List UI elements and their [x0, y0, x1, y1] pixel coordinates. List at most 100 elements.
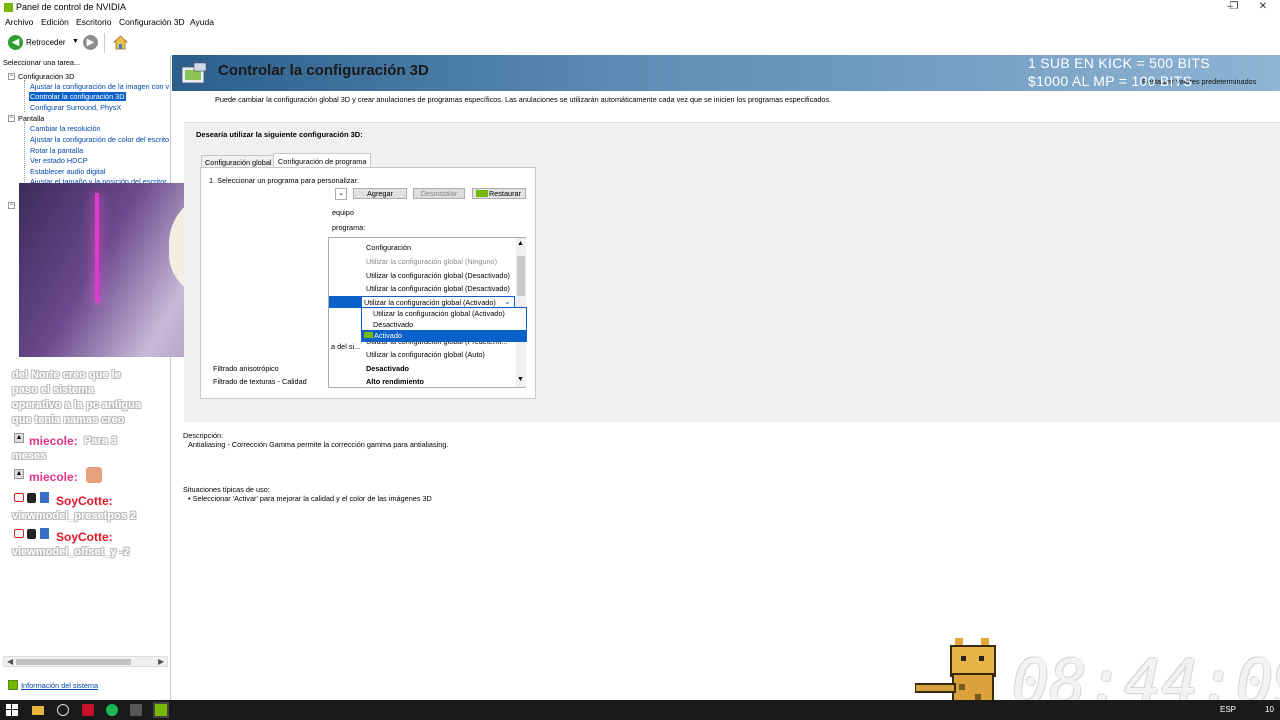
equipo-label: equipo	[332, 208, 354, 217]
maximize-glyph: ❐	[1229, 1, 1239, 12]
menu-escritorio[interactable]: Escritorio	[76, 17, 111, 27]
menu-configuracion-3d[interactable]: Configuración 3D	[119, 17, 185, 27]
setting-dropdown-menu: Utilizar la configuración global (Activa…	[361, 307, 527, 342]
3d-settings-icon	[180, 61, 210, 87]
led-light	[95, 193, 99, 303]
setting-value[interactable]: Utilizar la configuración global (Auto)	[366, 350, 485, 359]
overlay-sub-bits: 1 SUB = 100 BITS	[1028, 38, 1148, 54]
menu-ayuda[interactable]: Ayuda	[190, 17, 214, 27]
restore-button[interactable]: Restaurar	[472, 188, 526, 199]
sidebar-item-ajustar-imagen[interactable]: Ajustar la configuración de la imagen co…	[30, 82, 169, 91]
close-button[interactable]: ✕	[1253, 1, 1273, 12]
maximize-button[interactable]: ❐	[1224, 1, 1244, 12]
list-scrollbar-thumb[interactable]	[517, 256, 525, 296]
sidebar-item-rotar[interactable]: Rotar la pantalla	[30, 146, 83, 155]
home-icon[interactable]	[112, 34, 129, 50]
shield-app-icon[interactable]	[82, 704, 94, 716]
setting-value[interactable]: Utilizar la configuración global (Ningun…	[366, 257, 497, 266]
sidebar-item-resolucion[interactable]: Cambiar la resolución	[30, 124, 101, 133]
dropdown-option[interactable]: Desactivado	[373, 320, 413, 329]
tray-language[interactable]: ESP	[1220, 705, 1236, 714]
sidebar-group-3d[interactable]: Configuración 3D	[18, 72, 74, 81]
chat-message: Para 3	[84, 435, 118, 447]
back-arrow-icon[interactable]: ◀	[8, 35, 23, 50]
setting-select-value: Utilizar la configuración global (Activa…	[364, 298, 496, 307]
uninstall-button[interactable]: Desinstalar	[413, 188, 465, 199]
usage-item-text: Seleccionar 'Activar' para mejorar la ca…	[192, 494, 432, 503]
sidebar-item-surround-physx[interactable]: Configurar Surround, PhysX	[30, 103, 121, 112]
menu-archivo[interactable]: Archivo	[5, 17, 33, 27]
nvidia-option-icon	[364, 332, 373, 338]
tray-notifications[interactable]: 10	[1265, 705, 1274, 714]
scroll-right-icon[interactable]: ▶	[158, 657, 164, 666]
dropdown-option-label: Activado	[374, 331, 402, 340]
badge-icon: ▲	[14, 433, 24, 443]
steam-icon[interactable]	[57, 704, 69, 716]
scroll-up-icon[interactable]: ▲	[517, 240, 524, 247]
setting-value[interactable]: Alto rendimiento	[366, 377, 424, 386]
chat-message-cont: meses	[12, 450, 47, 462]
cat-badge-icon	[27, 529, 36, 539]
sidebar-item-audio-digital[interactable]: Establecer audio digital	[30, 167, 105, 176]
chat-line: operativo a la pc antigua	[12, 399, 141, 411]
scroll-left-icon[interactable]: ◀	[7, 657, 13, 666]
setting-value[interactable]: Utilizar la configuración global (Desact…	[366, 284, 510, 293]
windows-start-icon[interactable]	[6, 704, 18, 716]
broadcaster-badge-icon	[14, 529, 24, 538]
scrollbar-thumb[interactable]	[16, 659, 131, 665]
program-dropdown-arrow-icon[interactable]: ⌄	[335, 188, 347, 200]
setting-value[interactable]: Utilizar la configuración global (Desact…	[366, 271, 510, 280]
setting-name: Filtrado anisotrópico	[213, 364, 279, 373]
collapse-toggle-pantalla[interactable]: −	[8, 115, 15, 122]
chat-username: SoyCotte:	[56, 530, 113, 544]
emote-icon	[86, 467, 102, 483]
window-title: Panel de control de NVIDIA	[16, 2, 127, 12]
cat-badge-icon	[27, 493, 36, 503]
setting-value[interactable]: Desactivado	[366, 364, 409, 373]
chat-message-cont: viewmodel_offset_y -2	[12, 546, 130, 558]
chat-message-cont: viewmodel_presetpos 2	[12, 510, 137, 522]
nvidia-restore-icon	[476, 190, 488, 197]
nvidia-taskbar-icon[interactable]	[153, 702, 169, 718]
collapse-toggle-3d[interactable]: −	[8, 73, 15, 80]
spotify-icon[interactable]	[106, 704, 118, 716]
app-icon[interactable]	[130, 704, 142, 716]
system-info-link[interactable]: Información del sistema	[21, 681, 98, 690]
dropdown-option[interactable]: Utilizar la configuración global (Activa…	[373, 309, 505, 318]
intro-text: Puede cambiar la configuración global 3D…	[215, 95, 832, 104]
overlay-kick-bits: 1 SUB EN KICK = 500 BITS	[1028, 55, 1210, 71]
restore-button-label: Restaurar	[488, 189, 521, 198]
back-history-dropdown[interactable]: ▼	[72, 38, 79, 45]
usage-item: • Seleccionar 'Activar' para mejorar la …	[188, 494, 432, 503]
setting-name: Filtrado de texturas - Calidad	[213, 377, 307, 386]
sidebar-item-color-escritorio[interactable]: Ajustar la configuración de color del es…	[30, 135, 169, 144]
collapse-toggle-video[interactable]: −	[8, 202, 15, 209]
broadcaster-badge-icon	[14, 493, 24, 502]
settings-panel: Desearía utilizar la siguiente configura…	[184, 122, 1280, 422]
chevron-down-icon: ⌄	[504, 297, 511, 306]
settings-column-header: Configuración	[366, 243, 412, 252]
add-button[interactable]: Agregar	[353, 188, 407, 199]
sidebar-item-controlar-3d[interactable]: Controlar la configuración 3D	[29, 92, 126, 101]
usage-label: Situaciones típicas de uso:	[183, 485, 270, 494]
description-text: Antialiasing - Corrección Gamma permite …	[188, 440, 449, 449]
taskbar: ESP 10	[0, 700, 1280, 720]
scroll-down-icon[interactable]: ▼	[517, 376, 524, 383]
toolbar-divider	[104, 33, 105, 53]
chat-username: miecole:	[29, 434, 78, 448]
menu-edicion[interactable]: Edición	[41, 17, 69, 27]
dropdown-option-highlighted[interactable]: Activado	[362, 330, 526, 341]
description-label: Descripción:	[183, 431, 224, 440]
system-info-icon	[8, 680, 18, 690]
forward-arrow-icon[interactable]: ▶	[83, 35, 98, 50]
sidebar-group-pantalla[interactable]: Pantalla	[18, 114, 44, 123]
chat-line: del Norte creo que le	[12, 369, 121, 381]
chat-username: miecole:	[29, 470, 78, 484]
menu-bar: Archivo Edición Escritorio Configuración…	[0, 15, 1280, 29]
sidebar-scrollbar[interactable]: ◀ ▶	[3, 656, 168, 667]
chat-line: que tenia namas creo	[12, 414, 125, 426]
file-explorer-icon[interactable]	[32, 706, 44, 715]
gift-badge-icon	[40, 528, 49, 539]
back-button-label[interactable]: Retroceder	[26, 38, 66, 47]
sidebar-item-hdcp[interactable]: Ver estado HDCP	[30, 156, 88, 165]
